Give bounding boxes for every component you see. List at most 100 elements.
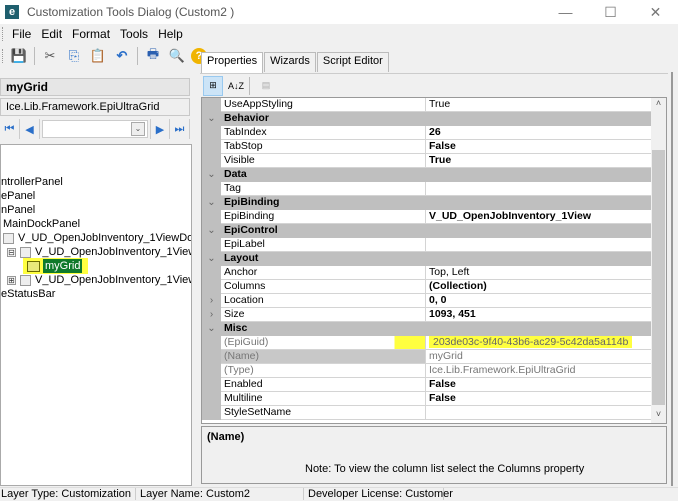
tree-item[interactable]: V_UD_OpenJobInventory_1ViewDoc: [3, 231, 191, 245]
property-name[interactable]: Multiline: [221, 392, 426, 406]
collapse-icon[interactable]: ⌄: [202, 196, 221, 210]
property-name[interactable]: (EpiGuid): [221, 336, 426, 350]
collapse-icon[interactable]: ⌄: [202, 252, 221, 266]
expand-icon[interactable]: ›: [202, 308, 221, 322]
property-name[interactable]: Tag: [221, 182, 426, 196]
property-value[interactable]: Top, Left: [426, 266, 652, 280]
paste-icon[interactable]: 📋: [88, 46, 108, 66]
property-value[interactable]: 0, 0: [426, 294, 652, 308]
property-row[interactable]: EpiBinding V_UD_OpenJobInventory_1View: [202, 210, 652, 224]
tree-item[interactable]: ⊟ V_UD_OpenJobInventory_1View: [7, 245, 191, 259]
tree-item[interactable]: ⊞ V_UD_OpenJobInventory_1View: [7, 273, 191, 287]
save-icon[interactable]: 💾: [9, 46, 29, 66]
print-preview-icon[interactable]: 🔍: [167, 46, 187, 66]
property-value[interactable]: True: [426, 98, 652, 112]
maximize-button[interactable]: ☐: [588, 0, 633, 24]
expand-icon[interactable]: ⊞: [7, 275, 16, 285]
last-record-icon[interactable]: ⏭: [170, 119, 190, 139]
print-icon[interactable]: 🖶: [143, 46, 163, 66]
cut-icon[interactable]: ✂: [40, 46, 60, 66]
next-record-icon[interactable]: ▶: [150, 119, 170, 139]
property-row[interactable]: (Type) Ice.Lib.Framework.EpiUltraGrid: [202, 364, 652, 378]
property-name[interactable]: Anchor: [221, 266, 426, 280]
minimize-button[interactable]: —: [543, 0, 588, 24]
property-value[interactable]: [426, 238, 652, 252]
property-category[interactable]: ⌄ Data: [202, 168, 652, 182]
property-row[interactable]: › Size 1093, 451: [202, 308, 652, 322]
property-name[interactable]: UseAppStyling: [221, 98, 426, 112]
tree-item[interactable]: ntrollerPanel: [1, 175, 63, 189]
property-value[interactable]: [426, 406, 652, 420]
scroll-down-icon[interactable]: ˅: [651, 409, 666, 423]
tree-item-selected[interactable]: myGrid: [23, 258, 89, 274]
property-name[interactable]: Size: [221, 308, 426, 322]
control-select[interactable]: ⌄: [42, 120, 148, 138]
menu-tools[interactable]: Tools: [115, 27, 153, 41]
alphabetical-icon[interactable]: A↓Z: [226, 76, 246, 96]
property-category[interactable]: ⌄ Misc: [202, 322, 652, 336]
property-value[interactable]: 1093, 451: [426, 308, 652, 322]
property-name[interactable]: TabStop: [221, 140, 426, 154]
property-row[interactable]: UseAppStyling True: [202, 98, 652, 112]
expand-icon[interactable]: ›: [202, 294, 221, 308]
toolbar-grip[interactable]: [2, 49, 5, 63]
collapse-icon[interactable]: ⊟: [7, 247, 16, 257]
prev-record-icon[interactable]: ◀: [20, 119, 40, 139]
property-row[interactable]: Anchor Top, Left: [202, 266, 652, 280]
property-name[interactable]: Enabled: [221, 378, 426, 392]
categorized-icon[interactable]: ⊞: [203, 75, 223, 96]
property-row[interactable]: (Name) myGrid: [202, 350, 652, 364]
tree-item[interactable]: MainDockPanel: [3, 217, 80, 231]
menu-help[interactable]: Help: [153, 27, 188, 41]
property-row[interactable]: TabIndex 26: [202, 126, 652, 140]
collapse-icon[interactable]: ⌄: [202, 224, 221, 238]
tab-script-editor[interactable]: Script Editor: [316, 52, 389, 72]
property-value[interactable]: False: [426, 378, 652, 392]
property-pages-icon[interactable]: ▤: [256, 76, 276, 96]
property-category[interactable]: ⌄ EpiControl: [202, 224, 652, 238]
collapse-icon[interactable]: ⌄: [202, 322, 221, 336]
property-row[interactable]: StyleSetName: [202, 406, 652, 420]
tree-item[interactable]: nPanel: [1, 203, 35, 217]
property-category[interactable]: ⌄ Layout: [202, 252, 652, 266]
property-value[interactable]: False: [426, 392, 652, 406]
property-name[interactable]: EpiBinding: [221, 210, 426, 224]
property-value[interactable]: (Collection): [426, 280, 652, 294]
menu-format[interactable]: Format: [67, 27, 115, 41]
control-tree[interactable]: ntrollerPanel ePanel nPanel MainDockPane…: [0, 144, 192, 486]
property-value[interactable]: [426, 182, 652, 196]
scroll-thumb[interactable]: [652, 150, 665, 405]
menu-grip[interactable]: [2, 27, 5, 41]
property-category[interactable]: ⌄ EpiBinding: [202, 196, 652, 210]
property-name[interactable]: Location: [221, 294, 426, 308]
property-name[interactable]: Visible: [221, 154, 426, 168]
property-value[interactable]: False: [426, 140, 652, 154]
property-row[interactable]: TabStop False: [202, 140, 652, 154]
property-row[interactable]: EpiLabel: [202, 238, 652, 252]
tab-properties[interactable]: Properties: [201, 52, 264, 73]
property-row[interactable]: (EpiGuid) 203de03c-9f40-43b6-ac29-5c42da5…: [202, 336, 652, 350]
vertical-scrollbar[interactable]: ˄ ˅: [651, 98, 666, 423]
property-value[interactable]: V_UD_OpenJobInventory_1View: [426, 210, 652, 224]
tree-item[interactable]: ePanel: [1, 189, 35, 203]
first-record-icon[interactable]: ⏮: [0, 119, 20, 139]
property-row[interactable]: Multiline False: [202, 392, 652, 406]
menu-file[interactable]: File: [7, 27, 36, 41]
property-value[interactable]: 203de03c-9f40-43b6-ac29-5c42da5a114b: [426, 336, 652, 350]
property-name[interactable]: Columns: [221, 280, 426, 294]
property-category[interactable]: ⌄ Behavior: [202, 112, 652, 126]
property-name[interactable]: (Name): [221, 350, 426, 364]
property-name[interactable]: StyleSetName: [221, 406, 426, 420]
undo-icon[interactable]: ↶: [112, 46, 132, 66]
tree-item[interactable]: eStatusBar: [1, 287, 55, 301]
property-name[interactable]: TabIndex: [221, 126, 426, 140]
property-row[interactable]: Visible True: [202, 154, 652, 168]
tab-wizards[interactable]: Wizards: [264, 52, 316, 72]
property-row[interactable]: Tag: [202, 182, 652, 196]
copy-icon[interactable]: ⎘: [64, 46, 84, 66]
property-value[interactable]: Ice.Lib.Framework.EpiUltraGrid: [426, 364, 652, 378]
collapse-icon[interactable]: ⌄: [202, 168, 221, 182]
scroll-up-icon[interactable]: ˄: [651, 98, 666, 112]
property-row[interactable]: › Location 0, 0: [202, 294, 652, 308]
collapse-icon[interactable]: ⌄: [202, 112, 221, 126]
